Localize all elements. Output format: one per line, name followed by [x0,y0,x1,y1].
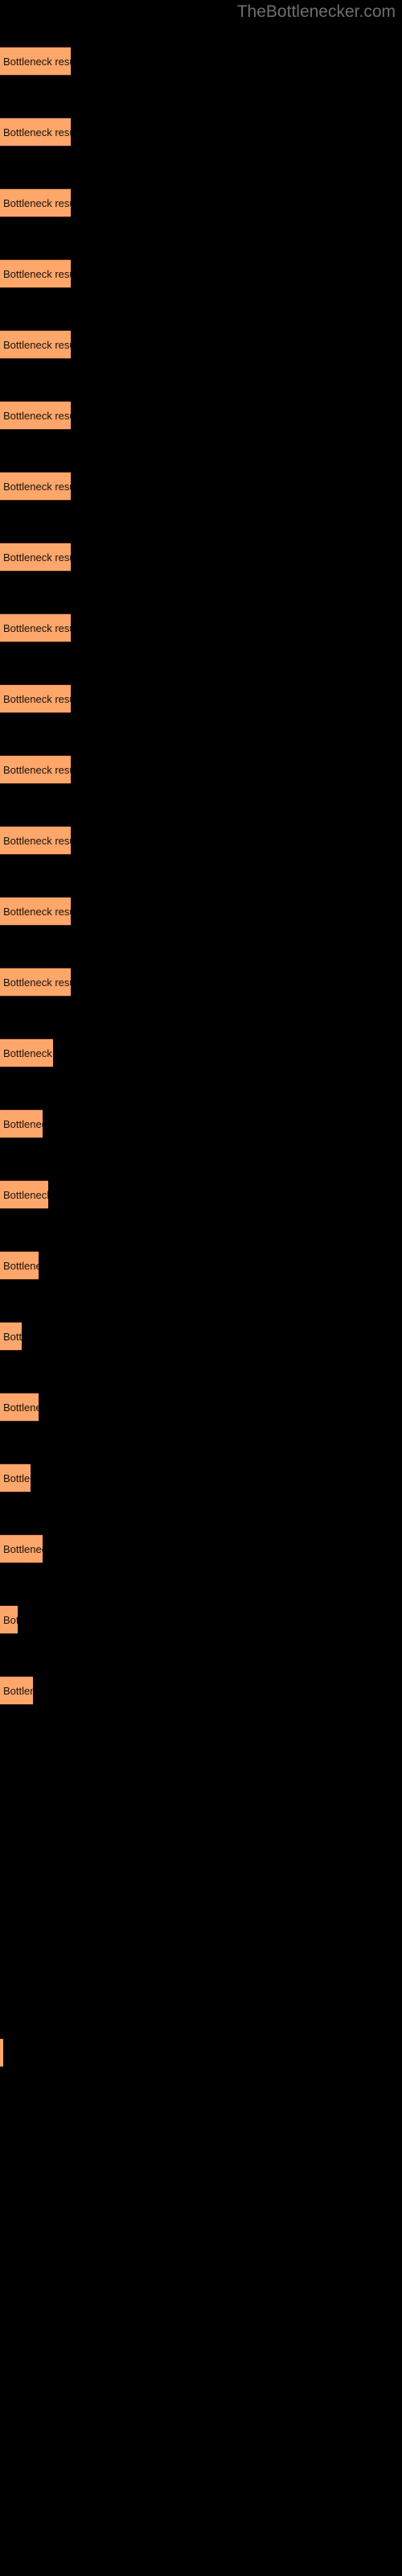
bar-label: Bottleneck result [3,764,71,776]
bar-label: Bottleneck result [3,906,71,918]
bar: Bottleneck result [0,826,71,855]
bar-label: Bottleneck result [3,622,71,634]
bar-label: Bottleneck result [3,1614,18,1626]
bar-label: Bottleneck result [3,1685,33,1697]
bar-label: Bottleneck result [3,56,71,68]
bar-label: Bottleneck result [3,1472,31,1484]
bar: Bottleneck result [0,1038,53,1067]
bar: Bottleneck result [0,472,71,501]
bar: Bottleneck result [0,613,71,642]
bar-label: Bottleneck result [3,1118,43,1130]
bar-label: Bottleneck result [3,1047,53,1059]
bar: Bottleneck result [0,118,71,147]
bar-label: Bottleneck result [3,835,71,847]
bar-label: Bottleneck result [3,197,71,209]
bar: Bottleneck result [0,1251,39,1280]
bar: Bottleneck result [0,968,71,997]
bar-label: Bottleneck result [3,693,71,705]
bar-chart-bars: Bottleneck result Bottleneck result Bottle… [0,0,402,2576]
bar: Bottleneck result [0,1322,22,1351]
bar: Bottleneck result [0,1534,43,1563]
bar-label: Bottleneck result [3,1543,43,1555]
bar: Bottleneck result [0,47,71,76]
bar-label: Bottleneck result [3,1331,22,1343]
bar: Bottleneck result [0,1109,43,1138]
bar-label: Bottleneck result [3,1260,39,1272]
bar: Bottleneck result [0,543,71,572]
bar: Bottleneck result [0,188,71,217]
bar: Bottleneck result [0,1463,31,1492]
bar: Bottleneck result [0,330,71,359]
bar-label: Bottleneck result [3,976,71,989]
bar-label: Bottleneck result [3,551,71,564]
bar: Bottleneck result [0,1605,18,1634]
bar-label: Bottleneck result [3,1402,39,1414]
bar: Bottleneck result [0,401,71,430]
bar: Bottleneck result [0,897,71,926]
bar-label: Bottleneck result [3,268,71,280]
bar-label: Bottleneck result [3,339,71,351]
bar: Bottleneck result [0,1180,48,1209]
bar-label: Bottleneck result [3,410,71,422]
bar [0,2038,3,2067]
bar: Bottleneck result [0,755,71,784]
bar: Bottleneck result [0,684,71,713]
bar-label: Bottleneck result [3,481,71,493]
bar: Bottleneck result [0,1393,39,1422]
bottleneck-chart-root: TheBottlenecker.com Bottleneck resultBot… [0,0,402,2576]
bar-label: Bottleneck result [3,126,71,138]
bar: Bottleneck result [0,1676,33,1705]
bar-label: Bottleneck result [3,1189,48,1201]
bar: Bottleneck result [0,259,71,288]
